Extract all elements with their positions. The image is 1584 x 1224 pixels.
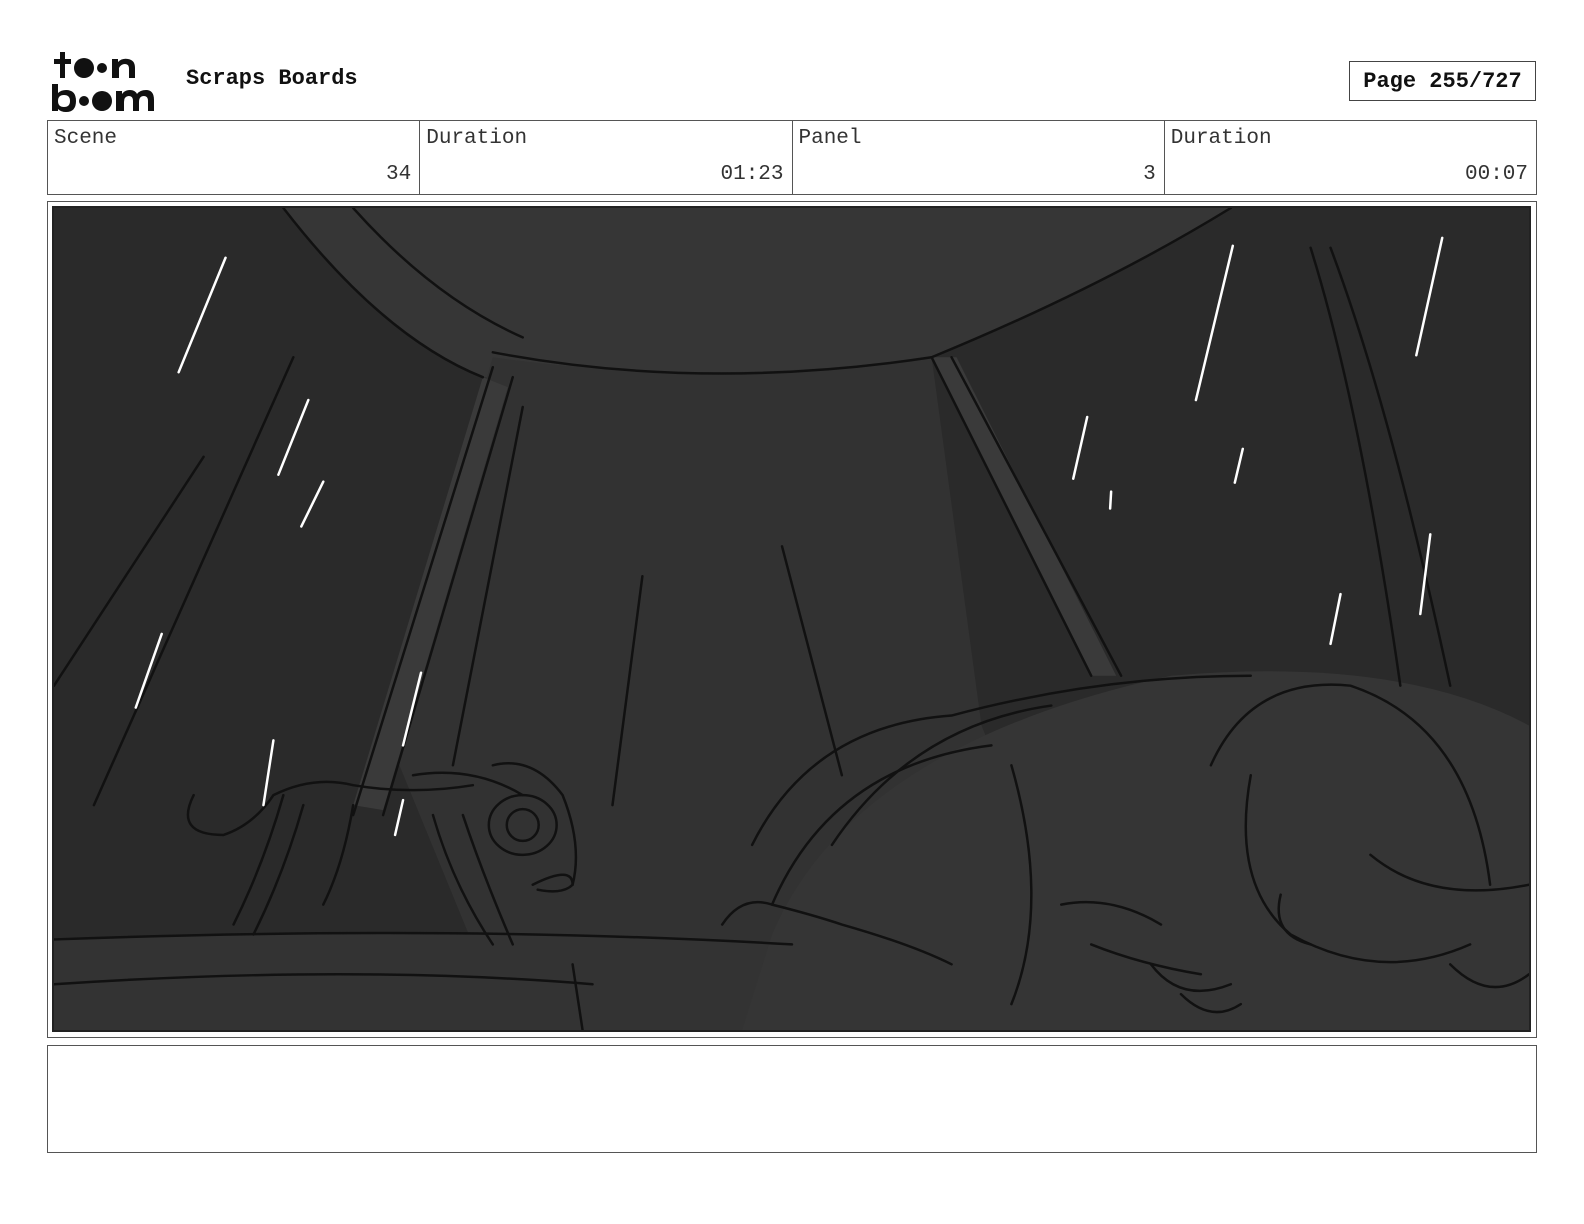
scene-duration-value: 01:23 [720,163,784,186]
scene-label: Scene [54,127,118,150]
panel-cell: Panel 3 [793,121,1165,194]
panel-notes [47,1045,1537,1153]
storyboard-sketch-image [52,206,1531,1032]
page-number: Page 255/727 [1349,61,1536,101]
panel-label: Panel [798,127,862,150]
scene-cell: Scene 34 [48,121,421,194]
panel-duration-cell: Duration 00:07 [1165,121,1536,194]
panel-value: 3 [1143,163,1156,186]
panel-duration-label: Duration [1170,127,1272,150]
panel-duration-value: 00:07 [1464,163,1528,186]
panel-frame [47,201,1537,1038]
scene-duration-label: Duration [426,127,528,150]
toon-boom-logo [52,52,154,112]
project-title: Scraps Boards [186,66,358,91]
scene-duration-cell: Duration 01:23 [420,121,793,194]
scene-value: 34 [386,163,412,186]
scene-info-table: Scene 34 Duration 01:23 Panel 3 Duration… [47,120,1537,195]
